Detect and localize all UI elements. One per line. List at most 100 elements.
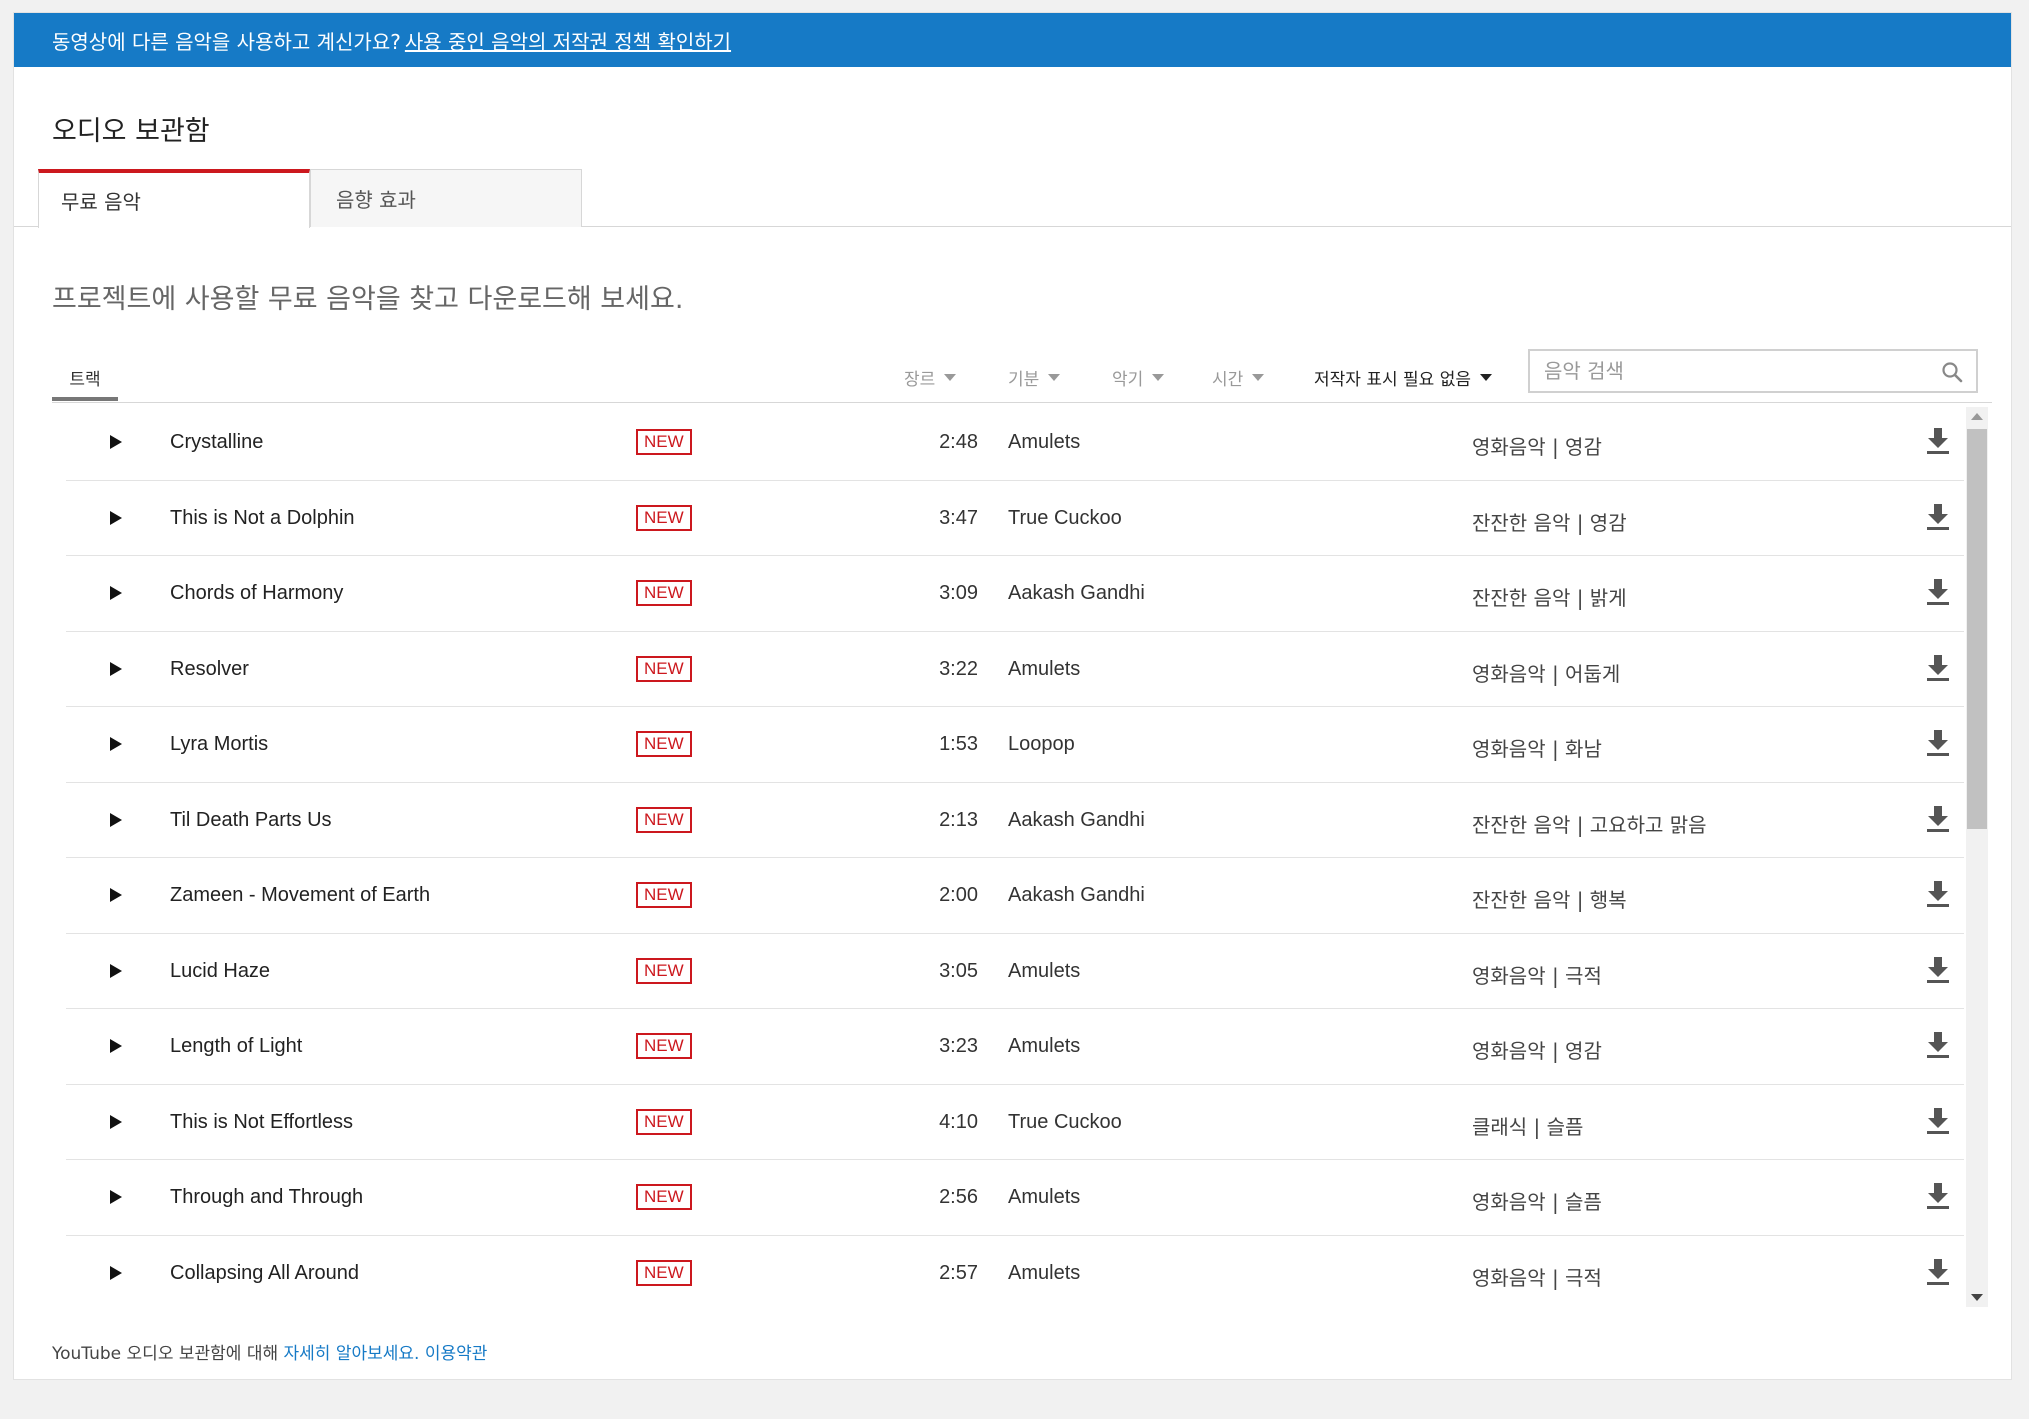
tab-sound-effects-label: 음향 효과 — [336, 188, 416, 212]
track-title: Length of Light — [170, 1035, 303, 1057]
new-badge: NEW — [636, 1033, 692, 1059]
play-icon[interactable] — [109, 812, 123, 828]
track-row[interactable]: Lucid Haze NEW 3:05 Amulets 영화음악 | 극적 — [66, 934, 1964, 1009]
play-icon[interactable] — [109, 736, 123, 752]
track-artist: Amulets — [1008, 1186, 1081, 1208]
track-row[interactable]: This is Not a Dolphin NEW 3:47 True Cuck… — [66, 481, 1964, 556]
track-artist: Amulets — [1008, 1035, 1081, 1057]
page-title: 오디오 보관함 — [52, 116, 210, 147]
caret-down-icon — [1048, 374, 1061, 381]
track-genre-mood: 영화음악 | 화남 — [1472, 737, 1602, 761]
tab-bar: 무료 음악 음향 효과 — [14, 157, 2011, 228]
download-icon[interactable] — [1926, 427, 1950, 455]
page-subtitle: 프로젝트에 사용할 무료 음악을 찾고 다운로드해 보세요. — [52, 284, 684, 315]
track-duration: 2:56 — [939, 1186, 978, 1208]
play-icon[interactable] — [109, 510, 123, 526]
track-row[interactable]: Resolver NEW 3:22 Amulets 영화음악 | 어둡게 — [66, 632, 1964, 707]
caret-down-icon — [944, 374, 957, 381]
track-row[interactable]: Collapsing All Around NEW 2:57 Amulets 영… — [66, 1236, 1964, 1308]
download-icon[interactable] — [1926, 729, 1950, 757]
search-icon[interactable] — [1940, 360, 1964, 384]
track-genre-mood: 영화음악 | 극적 — [1472, 963, 1602, 988]
download-icon[interactable] — [1926, 1107, 1950, 1135]
new-badge: NEW — [636, 504, 692, 531]
tab-free-music-label: 무료 음악 — [61, 190, 141, 214]
play-icon[interactable] — [109, 963, 123, 979]
track-list-scrollbar[interactable] — [1966, 407, 1988, 1307]
track-row[interactable]: Zameen - Movement of Earth NEW 2:00 Aaka… — [66, 858, 1964, 934]
track-row[interactable]: Length of Light NEW 3:23 Amulets 영화음악 | … — [66, 1009, 1964, 1085]
download-icon[interactable] — [1926, 956, 1950, 984]
track-tab[interactable]: 트랙 — [52, 351, 118, 401]
download-icon[interactable] — [1926, 1182, 1950, 1210]
search-input[interactable] — [1544, 359, 1914, 383]
download-icon[interactable] — [1926, 654, 1950, 682]
track-row[interactable]: Lyra Mortis NEW 1:53 Loopop 영화음악 | 화남 — [66, 707, 1964, 783]
footer-text: YouTube 오디오 보관함에 대해 — [52, 1344, 279, 1364]
play-icon[interactable] — [109, 1038, 123, 1054]
download-icon[interactable] — [1926, 578, 1950, 606]
new-badge: NEW — [636, 1108, 692, 1135]
copyright-policy-link[interactable]: 사용 중인 음악의 저작권 정책 확인하기 — [405, 26, 731, 55]
track-title: Zameen - Movement of Earth — [170, 884, 431, 906]
play-icon[interactable] — [109, 434, 123, 450]
play-icon[interactable] — [109, 887, 123, 903]
duration-filter[interactable]: 시간 — [1212, 365, 1265, 390]
track-genre-mood: 영화음악 | 슬픔 — [1472, 1190, 1602, 1214]
play-icon[interactable] — [109, 1265, 123, 1281]
track-artist: True Cuckoo — [1008, 506, 1122, 529]
track-artist: Amulets — [1008, 657, 1081, 680]
attribution-filter[interactable]: 저작자 표시 필요 없음 — [1314, 365, 1492, 390]
duration-filter-label: 시간 — [1212, 370, 1244, 390]
track-title: Resolver — [170, 657, 249, 680]
track-artist: Aakash Gandhi — [1008, 582, 1145, 604]
track-title: Chords of Harmony — [170, 582, 344, 604]
download-icon[interactable] — [1926, 1258, 1950, 1286]
tab-free-music[interactable]: 무료 음악 — [38, 169, 310, 228]
track-artist: True Cuckoo — [1008, 1110, 1122, 1133]
track-row[interactable]: Til Death Parts Us NEW 2:13 Aakash Gandh… — [66, 783, 1964, 858]
track-duration: 3:09 — [939, 582, 978, 604]
new-badge: NEW — [636, 1259, 692, 1286]
track-title: Lucid Haze — [170, 959, 271, 982]
learn-more-link[interactable]: 자세히 알아보세요. — [284, 1344, 420, 1364]
track-genre-mood: 잔잔한 음악 | 영감 — [1472, 510, 1627, 535]
play-icon[interactable] — [109, 661, 123, 677]
track-title: Crystalline — [170, 431, 264, 453]
track-row[interactable]: Crystalline NEW 2:48 Amulets 영화음악 | 영감 — [66, 405, 1964, 481]
track-duration: 3:47 — [939, 506, 978, 529]
new-badge: NEW — [636, 1184, 692, 1210]
banner-text: 동영상에 다른 음악을 사용하고 계신가요? — [52, 29, 401, 54]
scroll-up-arrow-icon[interactable] — [1971, 413, 1983, 420]
footer: YouTube 오디오 보관함에 대해 자세히 알아보세요. 이용약관 — [52, 1339, 487, 1364]
download-icon[interactable] — [1926, 1031, 1950, 1059]
terms-link[interactable]: 이용약관 — [425, 1344, 488, 1364]
track-genre-mood: 영화음악 | 영감 — [1472, 435, 1602, 459]
download-icon[interactable] — [1926, 805, 1950, 833]
track-row[interactable]: Chords of Harmony NEW 3:09 Aakash Gandhi… — [66, 556, 1964, 632]
download-icon[interactable] — [1926, 880, 1950, 908]
track-duration: 3:23 — [939, 1035, 978, 1057]
search-box — [1528, 349, 1978, 393]
audio-library-panel: 동영상에 다른 음악을 사용하고 계신가요? 사용 중인 음악의 저작권 정책 … — [13, 12, 2012, 1380]
instrument-filter[interactable]: 악기 — [1112, 365, 1165, 390]
track-duration: 1:53 — [939, 733, 978, 755]
new-badge: NEW — [636, 957, 692, 984]
track-row[interactable]: Through and Through NEW 2:56 Amulets 영화음… — [66, 1160, 1964, 1236]
track-row[interactable]: This is Not Effortless NEW 4:10 True Cuc… — [66, 1085, 1964, 1160]
caret-down-icon — [1152, 374, 1165, 381]
genre-filter[interactable]: 장르 — [904, 365, 957, 390]
scroll-thumb[interactable] — [1967, 429, 1987, 829]
play-icon[interactable] — [109, 585, 123, 601]
track-genre-mood: 잔잔한 음악 | 고요하고 맑음 — [1472, 812, 1707, 837]
caret-down-icon — [1479, 374, 1492, 381]
play-icon[interactable] — [109, 1189, 123, 1205]
mood-filter[interactable]: 기분 — [1008, 365, 1061, 390]
download-icon[interactable] — [1926, 503, 1950, 531]
scroll-down-arrow-icon[interactable] — [1971, 1294, 1983, 1301]
play-icon[interactable] — [109, 1114, 123, 1130]
track-genre-mood: 영화음악 | 영감 — [1472, 1039, 1602, 1063]
track-title: Collapsing All Around — [170, 1261, 360, 1284]
track-title: Lyra Mortis — [170, 733, 269, 755]
tab-sound-effects[interactable]: 음향 효과 — [310, 169, 582, 227]
